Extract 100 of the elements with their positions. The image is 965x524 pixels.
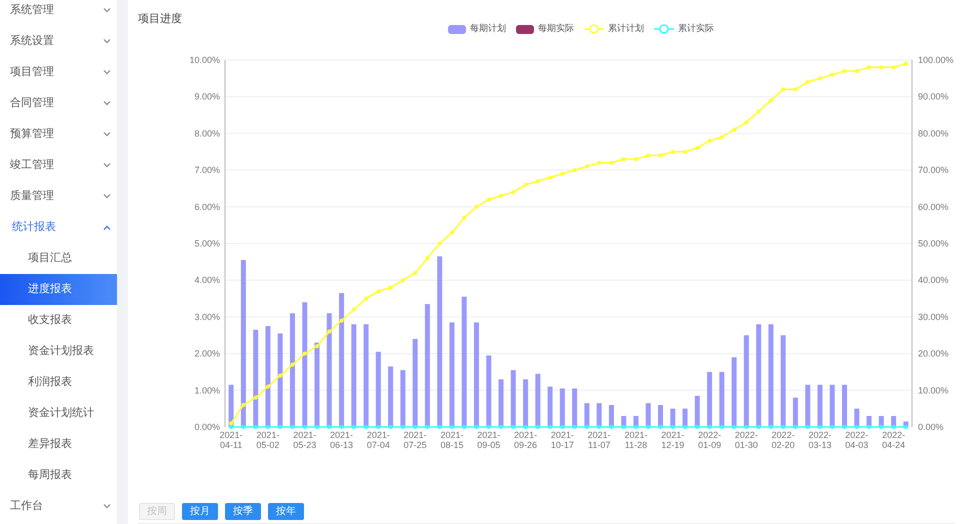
y-axis-label: 9.00%	[194, 92, 220, 102]
sidebar-menu-item[interactable]: 质量管理	[0, 181, 117, 212]
sidebar-submenu-item[interactable]: 收支报表	[0, 305, 117, 336]
bar	[694, 396, 700, 427]
point	[622, 157, 626, 162]
point	[892, 425, 896, 429]
point	[388, 286, 393, 290]
chevron-down-icon	[103, 8, 111, 13]
sidebar-menu-item[interactable]: 竣工管理	[0, 150, 117, 181]
point	[302, 425, 307, 429]
point	[327, 425, 332, 429]
sidebar-submenu-item[interactable]: 差异报表	[0, 429, 117, 460]
sidebar-submenu-item[interactable]: 利润报表	[0, 367, 117, 398]
y-axis-label: 2.00%	[194, 348, 220, 359]
x-axis-label: 2021-11-28	[624, 430, 648, 450]
sidebar-submenu-item[interactable]: 资金计划统计	[0, 398, 117, 429]
point	[425, 425, 430, 429]
point	[438, 242, 442, 246]
point	[854, 69, 859, 74]
point	[266, 384, 270, 389]
sidebar-submenu-item[interactable]: 进度报表	[0, 274, 117, 305]
point	[904, 62, 908, 66]
point	[683, 425, 688, 429]
point	[708, 425, 712, 429]
chevron-down-icon	[103, 39, 111, 44]
point	[842, 425, 847, 429]
point	[572, 168, 577, 172]
point	[793, 87, 798, 92]
y-axis-label: 80.00%	[918, 128, 949, 138]
y-axis-label: 20.00%	[918, 348, 949, 359]
sidebar-submenu-item[interactable]: 资金计划报表	[0, 336, 117, 367]
point	[254, 425, 258, 429]
sidebar-menu-item[interactable]: 工作台	[0, 491, 117, 522]
x-axis-label: 2021-11-07	[588, 430, 611, 450]
point	[904, 425, 908, 429]
chevron-up-icon	[103, 225, 111, 230]
bar	[388, 366, 394, 427]
y-axis-label: 50.00%	[918, 238, 949, 248]
point	[450, 230, 454, 234]
bar	[498, 379, 504, 427]
point	[425, 256, 430, 260]
x-axis-label: 2021-06-13	[330, 430, 354, 450]
y-axis-label: 7.00%	[194, 165, 220, 176]
y-axis-label: 60.00%	[918, 202, 949, 212]
bar	[646, 403, 651, 427]
sidebar-submenu-item[interactable]: 每周报表	[0, 460, 117, 491]
y-axis-label: 0.00%	[194, 422, 220, 432]
point	[388, 425, 393, 429]
x-axis-label: 2021-09-26	[514, 430, 538, 450]
point	[376, 425, 380, 429]
point	[486, 425, 491, 429]
bar	[842, 384, 848, 427]
chevron-down-icon	[103, 163, 111, 168]
sidebar-menu-item[interactable]: 统计报表	[0, 212, 117, 243]
point	[768, 98, 773, 102]
point	[622, 425, 626, 429]
point	[400, 278, 405, 282]
bar	[584, 403, 590, 427]
point	[879, 425, 884, 429]
point	[892, 65, 896, 70]
point	[744, 425, 748, 429]
point	[830, 425, 834, 429]
point	[670, 425, 675, 429]
legend-label: 累计实际	[678, 22, 714, 36]
bar	[572, 388, 578, 427]
x-axis-label: 2021-09-05	[477, 430, 500, 450]
point	[340, 318, 344, 323]
sidebar-menu-item[interactable]: 合同管理	[0, 88, 117, 119]
sidebar-menu-item[interactable]: 项目管理	[0, 57, 117, 88]
bar	[560, 388, 565, 427]
point	[634, 157, 638, 162]
y-axis-label: 70.00%	[918, 165, 949, 176]
chevron-down-icon	[103, 194, 111, 199]
panel-title: 项目进度	[138, 13, 182, 25]
bar	[596, 403, 602, 427]
point	[499, 425, 504, 429]
y-axis-label: 8.00%	[194, 128, 220, 138]
bar	[658, 404, 663, 427]
sidebar-menu-item[interactable]: 系统设置	[0, 26, 117, 57]
legend-label: 累计计划	[608, 22, 644, 36]
x-axis-label: 2022-03-13	[808, 430, 832, 450]
sidebar-menu-item[interactable]: 系统管理	[0, 0, 117, 26]
sidebar-submenu-item[interactable]: 项目汇总	[0, 243, 117, 274]
bar	[805, 384, 810, 427]
point	[732, 128, 736, 132]
point	[609, 160, 614, 165]
point	[867, 65, 872, 70]
bar	[608, 404, 614, 427]
x-axis-label: 2022-01-30	[734, 430, 758, 450]
chevron-down-icon	[103, 504, 111, 509]
point	[695, 146, 700, 150]
point	[793, 425, 798, 429]
point	[720, 425, 724, 429]
x-axis-label: 2021-08-15	[440, 430, 464, 450]
sidebar-menu-item[interactable]: 预算管理	[0, 119, 117, 150]
point	[683, 150, 688, 154]
y-axis-label: 10.00%	[189, 55, 220, 65]
point	[450, 425, 454, 429]
point	[499, 194, 504, 198]
point	[842, 69, 847, 74]
